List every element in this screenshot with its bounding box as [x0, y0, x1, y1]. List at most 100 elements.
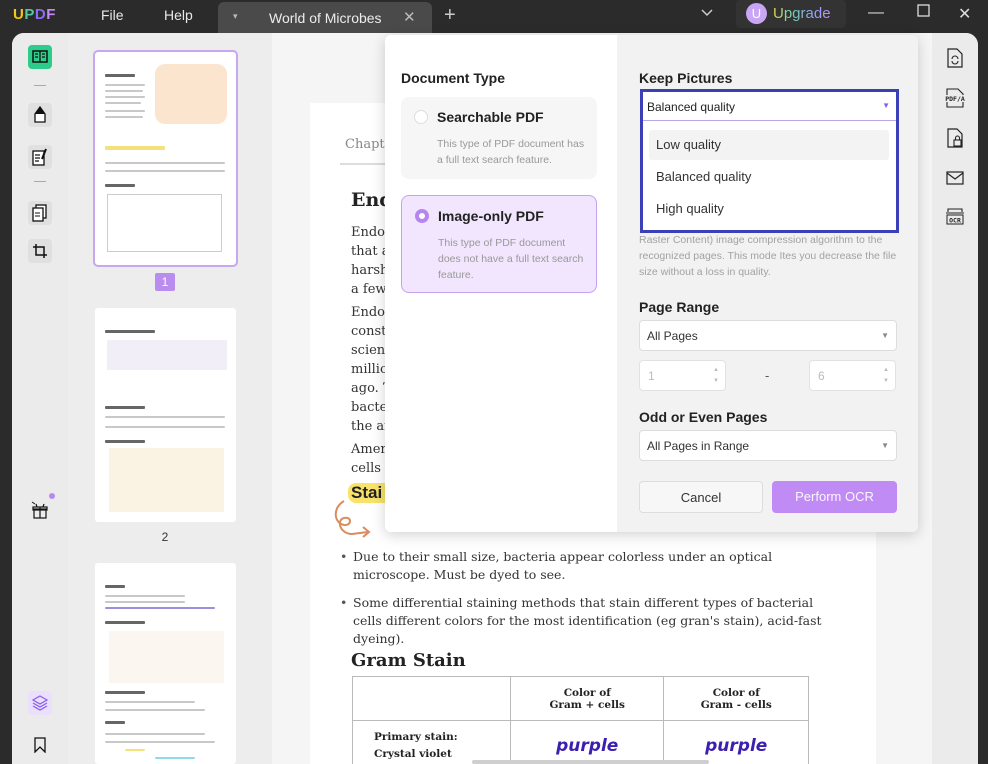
ocr-button[interactable]: OCR [943, 203, 967, 229]
handwritten-value: purple [705, 735, 768, 756]
highlighter-icon [34, 106, 46, 123]
tab-list-chevron-icon[interactable] [700, 4, 714, 20]
ocr-dialog: Document Type Searchable PDF This type o… [385, 35, 918, 532]
book-icon [32, 50, 48, 63]
dropdown-option-high-quality[interactable]: High quality [649, 194, 889, 224]
input-value: 1 [648, 369, 655, 383]
thumbnail-table [107, 194, 222, 252]
maximize-button[interactable] [917, 4, 930, 22]
organize-pages-button[interactable] [28, 201, 52, 225]
selected-value: All Pages [647, 329, 698, 343]
option-searchable-pdf[interactable]: Searchable PDF This type of PDF document… [401, 97, 597, 179]
table-header-cell: Color of Gram + cells [509, 676, 665, 721]
thumbnail-chart [109, 448, 224, 512]
radio-searchable-pdf[interactable] [414, 110, 428, 124]
minimize-button[interactable]: — [868, 4, 884, 22]
new-tab-button[interactable]: + [444, 4, 456, 27]
keep-pictures-dropdown[interactable]: Balanced quality ▼ Low quality Balanced … [640, 89, 899, 233]
pages-icon [32, 204, 47, 222]
option-title: Image-only PDF [438, 208, 544, 224]
bullet-item: Some differential staining methods that … [340, 594, 840, 648]
table-row: Primary stain: Crystal violet purple purp… [352, 720, 809, 764]
gift-button[interactable] [28, 498, 52, 522]
bookmark-button[interactable] [28, 733, 52, 757]
edit-tool-button[interactable] [28, 145, 52, 169]
spin-down-icon[interactable]: ▼ [713, 378, 719, 384]
page-range-select[interactable]: All Pages ▼ [639, 320, 897, 351]
page-number-1: 1 [155, 273, 175, 291]
document-tab[interactable]: ▾ World of Microbes ✕ [218, 2, 432, 33]
menu-help[interactable]: Help [164, 7, 193, 23]
keep-pictures-select[interactable]: Balanced quality ▼ [643, 92, 896, 121]
pdfa-button[interactable]: PDF/A [943, 85, 967, 111]
comment-tool-button[interactable] [28, 103, 52, 127]
page-range-title: Page Range [639, 299, 720, 315]
body-text-line: cells i [351, 461, 390, 476]
selected-value: Balanced quality [647, 100, 736, 114]
body-text-line: harsh [351, 263, 389, 278]
header-text: Color of [563, 686, 611, 699]
edit-pen-icon [32, 148, 47, 166]
avatar: U [746, 3, 767, 24]
document-type-panel: Document Type Searchable PDF This type o… [385, 35, 617, 532]
heading-gram-stain: Gram Stain [351, 650, 466, 671]
body-text-line: that a [351, 244, 390, 259]
upgrade-button[interactable]: U Upgrade [736, 0, 846, 28]
perform-ocr-button[interactable]: Perform OCR [772, 481, 897, 513]
crop-tool-button[interactable] [28, 239, 52, 263]
odd-even-select[interactable]: All Pages in Range ▼ [639, 430, 897, 461]
spin-down-icon[interactable]: ▼ [883, 378, 889, 384]
share-email-button[interactable] [943, 165, 967, 191]
layers-button[interactable] [28, 691, 52, 715]
updf-logo: UPDF [13, 6, 56, 23]
page-from-input[interactable]: 1 ▲ ▼ [639, 360, 726, 391]
table-cell: Primary stain: Crystal violet [352, 720, 511, 764]
logo-letter: D [34, 6, 47, 23]
mail-icon [946, 171, 964, 185]
convert-file-icon [947, 48, 963, 68]
table-header-cell: Color of Gram - cells [663, 676, 809, 721]
cancel-button[interactable]: Cancel [639, 481, 763, 513]
bullet-item: Due to their small size, bacteria appear… [340, 548, 840, 584]
page-to-input[interactable]: 6 ▲ ▼ [809, 360, 896, 391]
thumbnail-panel: 1 2 [68, 33, 272, 764]
tab-close-icon[interactable]: ✕ [403, 8, 416, 26]
option-image-only-pdf[interactable]: Image-only PDF This type of PDF document… [401, 195, 597, 293]
pdf-a-icon: PDF/A [944, 88, 966, 108]
crop-icon [33, 244, 47, 258]
thumbnail-page-1[interactable] [93, 50, 238, 267]
toolbar-divider [34, 85, 46, 86]
thumbnail-page-3[interactable] [95, 563, 236, 764]
radio-image-only-pdf[interactable] [415, 209, 429, 223]
ocr-icon: OCR [946, 208, 964, 225]
toolbar-divider [34, 181, 46, 182]
dropdown-option-low-quality[interactable]: Low quality [649, 130, 889, 160]
header-text: Gram + cells [549, 698, 625, 711]
thumbnail-page-2[interactable] [95, 308, 236, 522]
dropdown-option-balanced-quality[interactable]: Balanced quality [649, 162, 889, 192]
menu-file[interactable]: File [101, 7, 124, 23]
table-header-cell [352, 676, 511, 721]
svg-text:PDF/A: PDF/A [945, 95, 965, 103]
protect-button[interactable] [943, 125, 967, 151]
spin-up-icon[interactable]: ▲ [883, 367, 889, 373]
option-title: Searchable PDF [437, 109, 544, 125]
document-type-title: Document Type [401, 70, 505, 86]
gram-stain-table: Color of Gram + cells Color of Gram - cell… [352, 676, 809, 764]
input-value: 6 [818, 369, 825, 383]
horizontal-scrollbar[interactable] [472, 760, 709, 764]
dropdown-caret-icon: ▼ [881, 441, 889, 450]
tab-dropdown-icon[interactable]: ▾ [233, 11, 238, 22]
row-label: Primary stain: [374, 730, 458, 743]
spin-up-icon[interactable]: ▲ [713, 367, 719, 373]
logo-letter: F [46, 6, 56, 23]
keep-pictures-description: Raster Content) image compression algori… [639, 234, 897, 278]
convert-button[interactable] [943, 45, 967, 71]
reader-tool-button[interactable] [28, 45, 52, 69]
left-toolbar [12, 33, 68, 764]
title-bar: UPDF File Help ▾ World of Microbes ✕ + U… [0, 0, 988, 33]
close-window-button[interactable]: ✕ [958, 4, 971, 24]
logo-letter: U [13, 6, 25, 23]
selected-value: All Pages in Range [647, 439, 750, 453]
tab-title: World of Microbes [269, 10, 382, 26]
